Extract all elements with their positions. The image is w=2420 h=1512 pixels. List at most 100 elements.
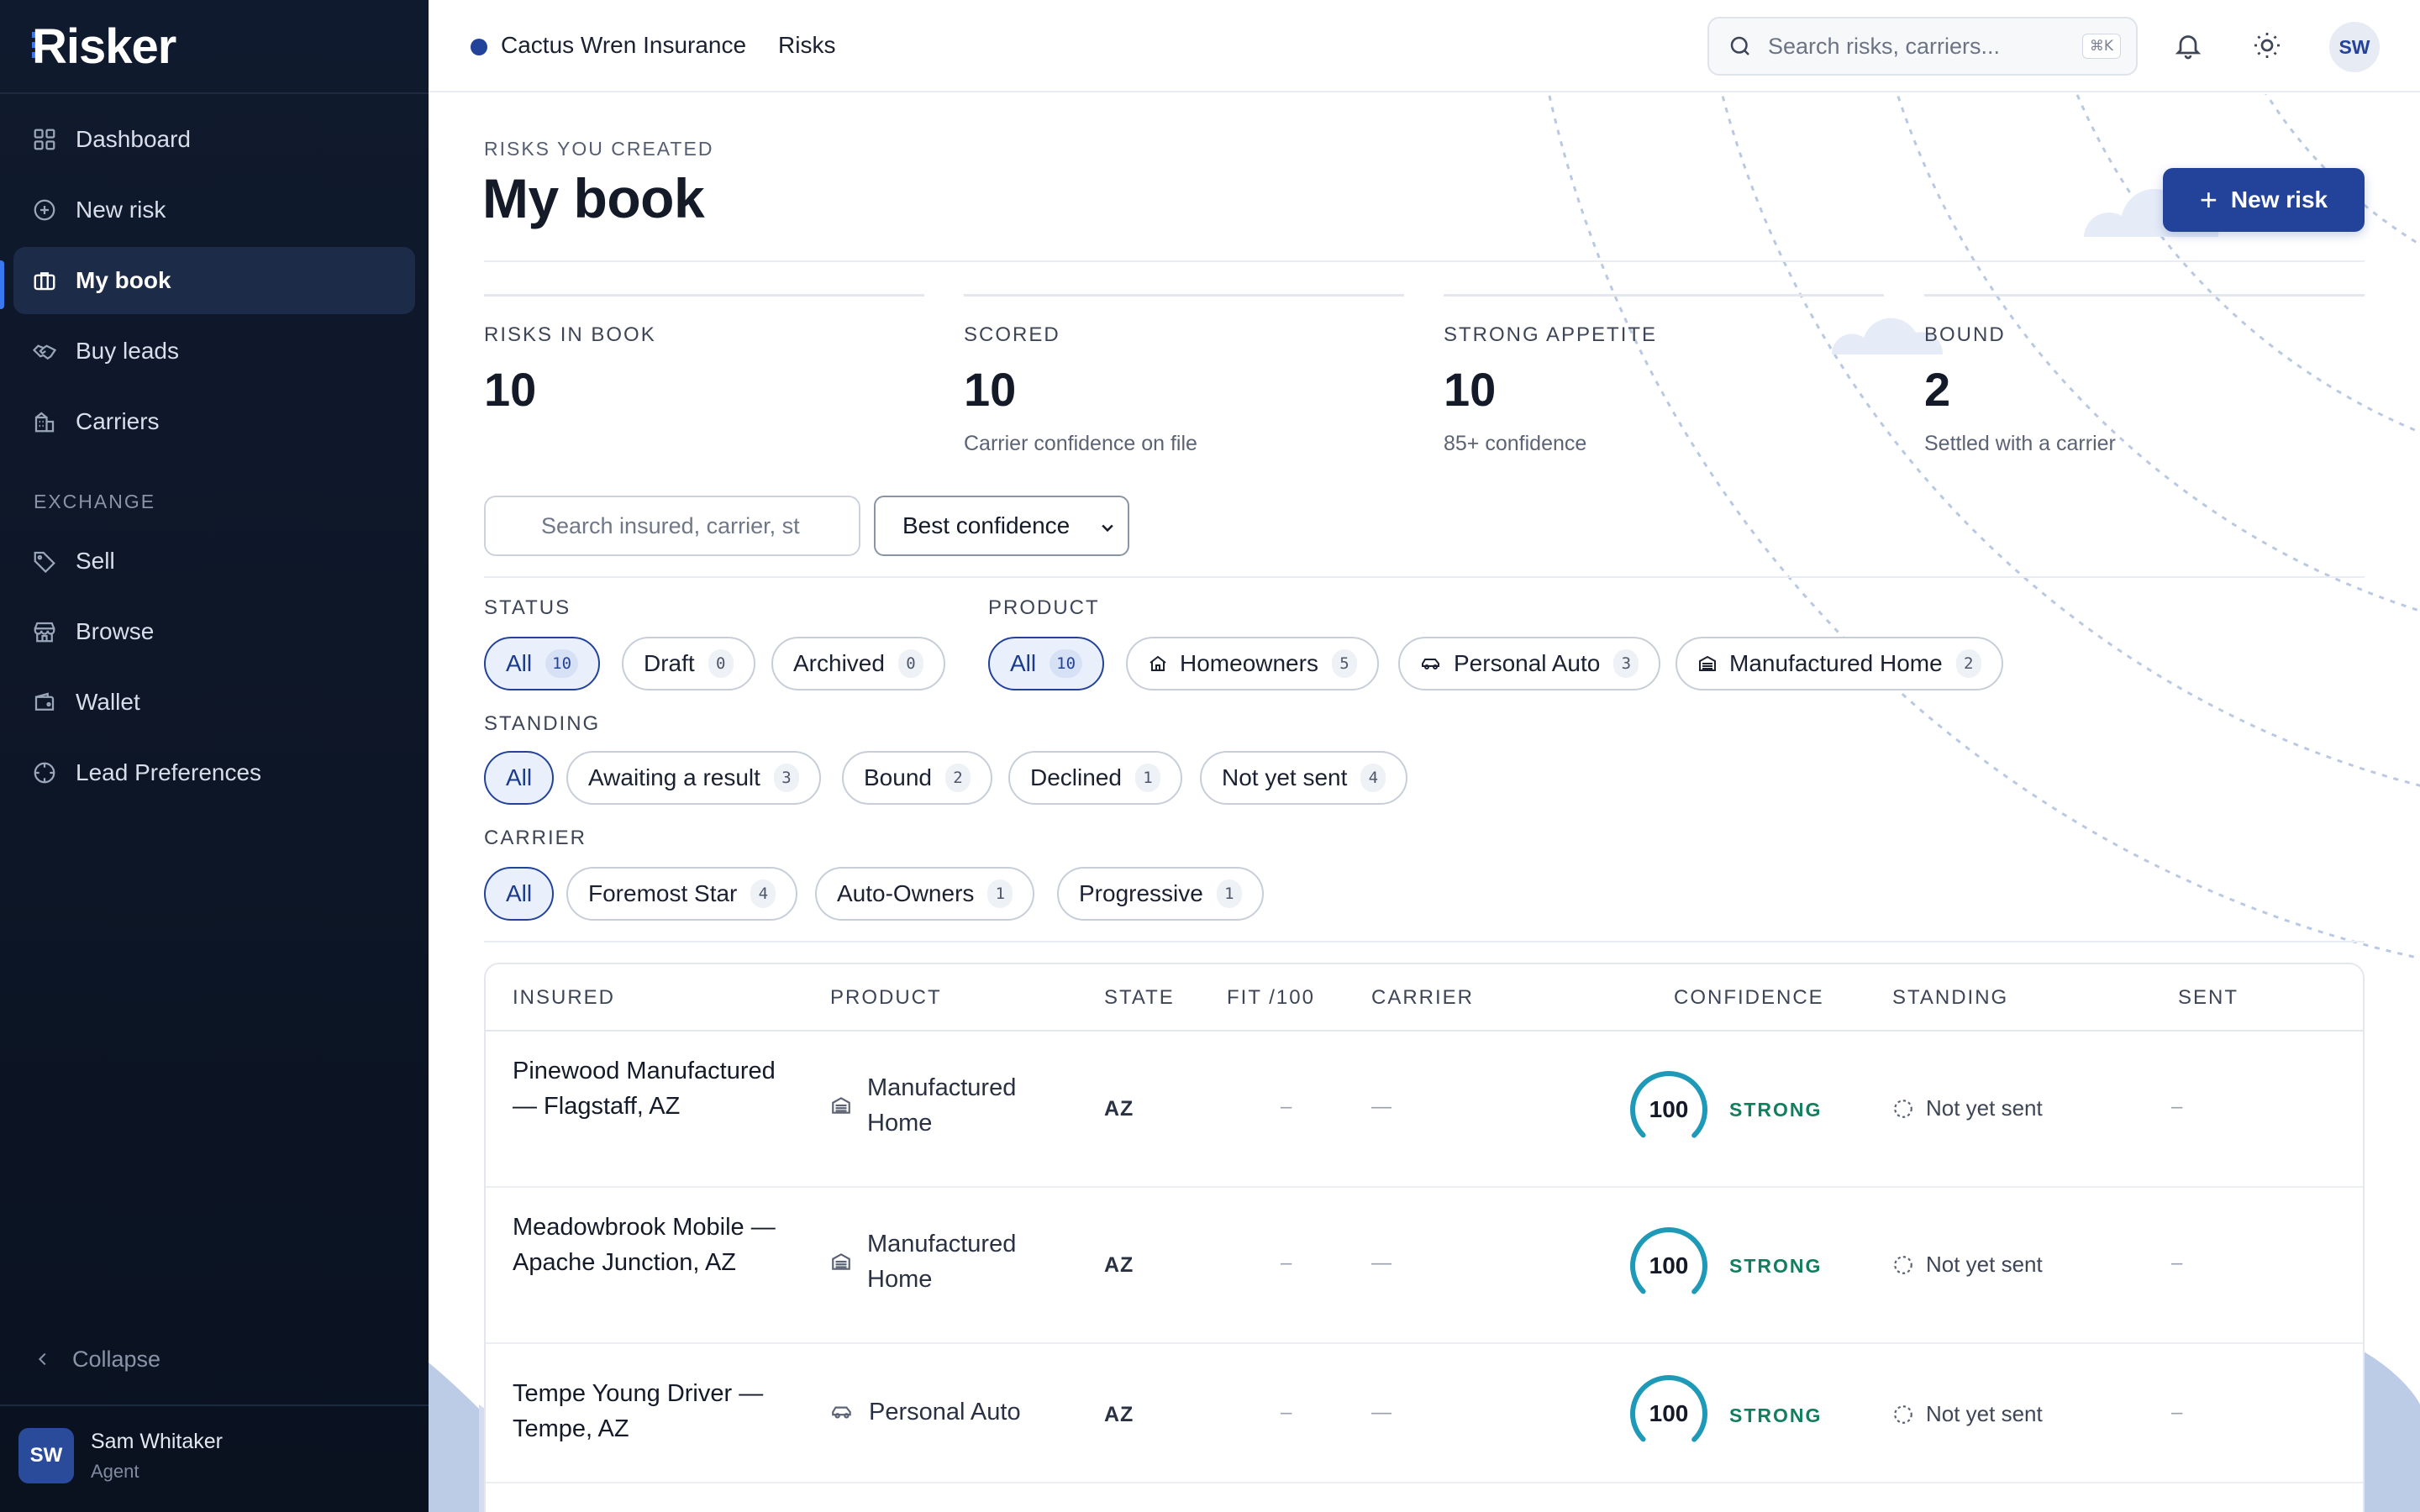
pill-count: 2 bbox=[1955, 649, 1981, 678]
cell-standing: Not yet sent bbox=[1892, 1252, 2043, 1278]
avatar[interactable]: SW bbox=[2329, 22, 2380, 72]
notifications-button[interactable] bbox=[2173, 30, 2203, 60]
filter-carrier-all[interactable]: All bbox=[484, 867, 555, 921]
nav-browse[interactable]: Browse bbox=[13, 598, 415, 665]
stat-label: SCORED bbox=[964, 323, 1060, 346]
table-row[interactable]: Meadowbrook Mobile — Apache Junction, AZ… bbox=[486, 1188, 2363, 1344]
pill-label: Draft bbox=[644, 650, 695, 676]
cell-product: Manufactured Home bbox=[830, 1226, 1035, 1297]
divider bbox=[0, 1404, 429, 1406]
new-risk-button[interactable]: + New risk bbox=[2163, 168, 2365, 232]
filter-carrier-progressive[interactable]: Progressive 1 bbox=[1057, 867, 1264, 921]
global-search-input[interactable]: Search risks, carriers... ⌘K bbox=[1707, 17, 2138, 76]
org-name[interactable]: Cactus Wren Insurance bbox=[501, 32, 746, 59]
filter-product-all[interactable]: All 10 bbox=[988, 637, 1105, 690]
pill-count: 10 bbox=[1050, 649, 1083, 678]
filter-product-manufactured-home[interactable]: Manufactured Home 2 bbox=[1676, 637, 2003, 690]
filter-standing-awaiting[interactable]: Awaiting a result 3 bbox=[566, 751, 821, 805]
stat-card: SCORED 10 Carrier confidence on file bbox=[964, 294, 1404, 456]
pill-label: Progressive bbox=[1079, 880, 1203, 906]
cell-carrier: — bbox=[1371, 1095, 1392, 1118]
new-risk-label: New risk bbox=[2230, 186, 2328, 213]
sort-select[interactable]: Best confidence bbox=[874, 496, 1129, 556]
theme-toggle-button[interactable] bbox=[2252, 30, 2282, 60]
pill-count: 10 bbox=[545, 649, 579, 678]
stat-subtext: Settled with a carrier bbox=[1924, 432, 2116, 455]
logo[interactable]: Risker bbox=[32, 18, 217, 76]
filter-standing-not-yet-sent[interactable]: Not yet sent 4 bbox=[1200, 751, 1408, 805]
nav-my-book[interactable]: My book bbox=[13, 247, 415, 314]
filter-status-draft[interactable]: Draft 0 bbox=[622, 637, 755, 690]
car-icon bbox=[1422, 659, 1439, 669]
divider bbox=[484, 941, 2365, 942]
filter-standing-all[interactable]: All bbox=[484, 751, 555, 805]
user-role: Agent bbox=[91, 1460, 139, 1482]
column-header-state[interactable]: STATE bbox=[1104, 986, 1175, 1010]
column-header-insured[interactable]: INSURED bbox=[513, 986, 615, 1010]
pill-label: All bbox=[506, 880, 533, 906]
confidence-label: STRONG bbox=[1729, 1255, 1823, 1277]
table-row[interactable]: Pinewood Manufactured — Flagstaff, AZ Ma… bbox=[486, 1032, 2363, 1188]
column-header-fit[interactable]: FIT /100 bbox=[1227, 986, 1315, 1010]
tag-icon bbox=[34, 551, 55, 574]
user-menu[interactable]: SW Sam Whitaker Agent bbox=[18, 1428, 223, 1483]
cell-sent: – bbox=[2171, 1401, 2183, 1424]
stat-value: 10 bbox=[964, 363, 1017, 416]
collapse-button[interactable]: Collapse bbox=[34, 1342, 160, 1376]
table-row[interactable] bbox=[486, 1483, 2363, 1512]
filter-status-archived[interactable]: Archived 0 bbox=[771, 637, 945, 690]
cell-standing: Not yet sent bbox=[1892, 1095, 2043, 1121]
nav-new-risk[interactable]: New risk bbox=[13, 176, 415, 244]
filter-standing-declined[interactable]: Declined 1 bbox=[1008, 751, 1182, 805]
column-header-sent[interactable]: SENT bbox=[2178, 986, 2238, 1010]
column-header-standing[interactable]: STANDING bbox=[1892, 986, 2008, 1010]
divider bbox=[484, 260, 2365, 262]
standing-label: Not yet sent bbox=[1926, 1252, 2043, 1277]
main-content: RISKS YOU CREATED My book + New risk RIS… bbox=[429, 94, 2420, 1512]
filter-product-personal-auto[interactable]: Personal Auto 3 bbox=[1398, 637, 1661, 690]
stat-value: 10 bbox=[484, 363, 537, 416]
pill-label: Archived bbox=[793, 650, 885, 676]
nav-label: My book bbox=[76, 267, 171, 293]
breadcrumb[interactable]: Risks bbox=[778, 32, 835, 59]
filter-standing-bound[interactable]: Bound 2 bbox=[842, 751, 992, 805]
chevron-down-icon bbox=[1102, 524, 1113, 533]
cell-standing: Not yet sent bbox=[1892, 1401, 2043, 1427]
nav-wallet[interactable]: Wallet bbox=[13, 669, 415, 736]
nav-buy-leads[interactable]: Buy leads bbox=[13, 318, 415, 385]
stat-card: RISKS IN BOOK 10 bbox=[484, 294, 924, 417]
filter-status-all[interactable]: All 10 bbox=[484, 637, 601, 690]
pending-circle-icon bbox=[1894, 1099, 1912, 1118]
nav-carriers[interactable]: Carriers bbox=[13, 388, 415, 455]
column-header-product[interactable]: PRODUCT bbox=[830, 986, 942, 1010]
cell-state: AZ bbox=[1104, 1403, 1134, 1426]
org-status-dot bbox=[471, 39, 487, 55]
filter-product-homeowners[interactable]: Homeowners 5 bbox=[1126, 637, 1379, 690]
cell-product: Personal Auto bbox=[830, 1394, 1021, 1430]
standing-label: Not yet sent bbox=[1926, 1401, 2043, 1426]
car-icon bbox=[832, 1406, 851, 1419]
confidence-gauge: 100 bbox=[1627, 1372, 1711, 1456]
filter-search-input[interactable]: Search insured, carrier, st bbox=[484, 496, 860, 556]
plus-circle-icon bbox=[34, 199, 55, 221]
wallet-icon bbox=[34, 692, 55, 711]
page-title: My book bbox=[482, 167, 705, 229]
sort-value: Best confidence bbox=[902, 512, 1071, 538]
filter-carrier-auto-owners[interactable]: Auto-Owners 1 bbox=[815, 867, 1035, 921]
product-label: Manufactured Home bbox=[867, 1231, 1017, 1293]
column-header-confidence[interactable]: CONFIDENCE bbox=[1674, 986, 1824, 1010]
confidence-value: 100 bbox=[1649, 1096, 1689, 1122]
filter-carrier-foremost-star[interactable]: Foremost Star 4 bbox=[566, 867, 798, 921]
pill-count: 2 bbox=[944, 764, 971, 792]
nav-lead-preferences[interactable]: Lead Preferences bbox=[13, 739, 415, 806]
pill-count: 4 bbox=[750, 879, 776, 908]
topbar: Cactus Wren Insurance Risks Search risks… bbox=[429, 0, 2420, 92]
nav-dashboard[interactable]: Dashboard bbox=[13, 106, 415, 173]
pill-count: 5 bbox=[1331, 649, 1357, 678]
table-row[interactable]: Tempe Young Driver — Tempe, AZ Personal … bbox=[486, 1344, 2363, 1483]
column-header-carrier[interactable]: CARRIER bbox=[1371, 986, 1474, 1010]
stat-value: 10 bbox=[1444, 363, 1497, 416]
nav-label: Carriers bbox=[76, 408, 160, 434]
cell-insured: Pinewood Manufactured — Flagstaff, AZ bbox=[513, 1058, 776, 1120]
nav-sell[interactable]: Sell bbox=[13, 528, 415, 595]
